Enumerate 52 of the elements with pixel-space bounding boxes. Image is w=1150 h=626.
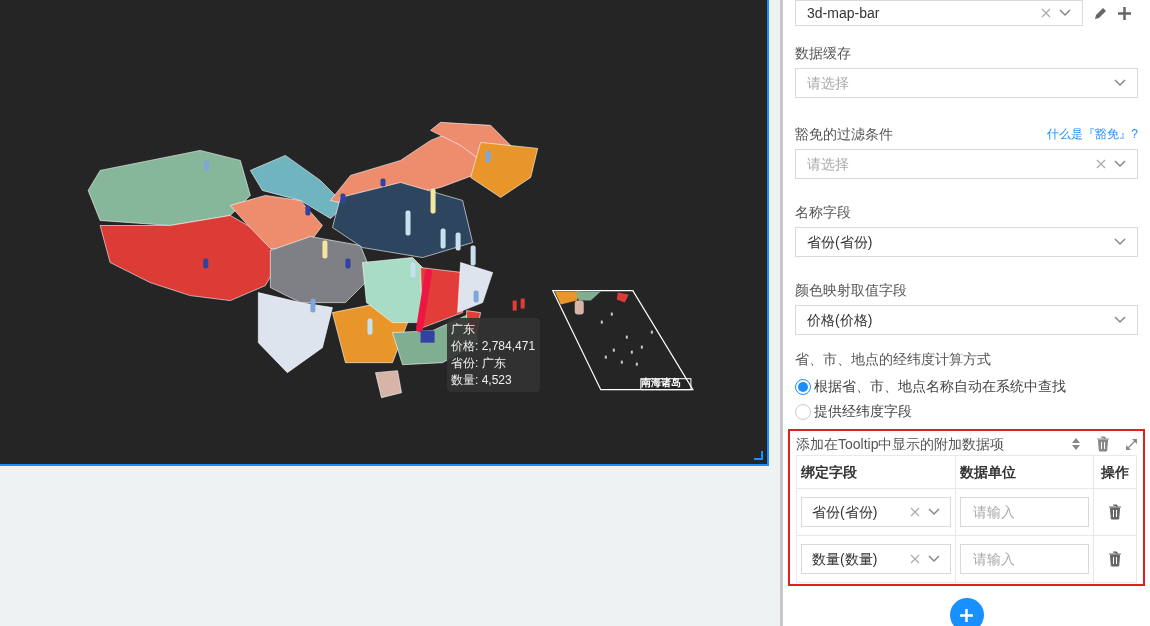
chevron-down-icon bbox=[928, 508, 940, 516]
select-value: 省份(省份) bbox=[807, 232, 874, 252]
column-header: 数据单位 bbox=[956, 456, 1094, 489]
chevron-down-icon bbox=[1059, 9, 1071, 17]
tooltip-line: 价格: 2,784,471 bbox=[451, 338, 536, 355]
expand-icon[interactable] bbox=[1126, 438, 1137, 450]
field-label: 豁免的过滤条件 bbox=[795, 125, 893, 143]
delete-icon[interactable] bbox=[1108, 504, 1122, 520]
select-value: 价格(价格) bbox=[807, 310, 874, 330]
tooltip-title: 广东 bbox=[451, 321, 476, 338]
radio-label: 根据省、市、地点名称自动在系统中查找 bbox=[814, 377, 1066, 396]
select-value: 3d-map-bar bbox=[807, 3, 881, 23]
resize-handle-icon[interactable] bbox=[754, 451, 763, 460]
panel-title: 添加在Tooltip中显示的附加数据项 bbox=[796, 434, 1006, 454]
field-label: 颜色映射取值字段 bbox=[795, 281, 907, 299]
pencil-icon[interactable] bbox=[1093, 5, 1108, 21]
unit-input[interactable]: 请输入 bbox=[960, 544, 1089, 574]
select-field[interactable]: 省份(省份) bbox=[801, 497, 951, 527]
select-field[interactable]: 价格(价格) bbox=[795, 305, 1138, 335]
delete-icon[interactable] bbox=[1096, 436, 1110, 452]
chevron-down-icon bbox=[1114, 316, 1126, 324]
select-value: 数量(数量) bbox=[812, 549, 879, 569]
select-value: 省份(省份) bbox=[812, 502, 879, 522]
column-header: 绑定字段 bbox=[797, 456, 956, 489]
select-field[interactable]: 数量(数量) bbox=[801, 544, 951, 574]
tooltip-line: 数量: 4,523 bbox=[451, 372, 513, 389]
unit-input[interactable]: 请输入 bbox=[960, 497, 1089, 527]
section-label: 省、市、地点的经纬度计算方式 bbox=[795, 350, 992, 368]
clear-icon[interactable] bbox=[910, 507, 920, 517]
field-label: 名称字段 bbox=[795, 203, 851, 221]
sort-icon[interactable] bbox=[1072, 438, 1080, 450]
clear-icon[interactable] bbox=[1041, 8, 1051, 18]
radio-label: 提供经纬度字段 bbox=[814, 402, 912, 421]
tooltip-line: 省份: 广东 bbox=[451, 355, 507, 372]
delete-icon[interactable] bbox=[1108, 551, 1122, 567]
add-button[interactable] bbox=[949, 598, 984, 626]
plus-icon bbox=[960, 608, 973, 622]
select-field[interactable]: 省份(省份) bbox=[795, 227, 1138, 257]
select-placeholder: 请选择 bbox=[807, 73, 850, 93]
chevron-down-icon bbox=[1114, 160, 1126, 168]
chart-panel[interactable]: 南海诸岛 广东 价格: 2,784,471 省份: 广东 数量: 4,523 bbox=[0, 0, 769, 466]
field-label: 数据缓存 bbox=[795, 44, 851, 62]
inset-map-label: 南海诸岛 bbox=[641, 377, 681, 389]
column-header: 操作 bbox=[1094, 456, 1137, 489]
plus-icon[interactable] bbox=[1118, 6, 1131, 20]
select-field[interactable]: 3d-map-bar bbox=[795, 0, 1083, 26]
chevron-down-icon bbox=[928, 555, 940, 563]
chevron-down-icon bbox=[1114, 79, 1126, 87]
chevron-down-icon bbox=[1114, 238, 1126, 246]
select-placeholder: 请选择 bbox=[807, 154, 850, 174]
clear-icon[interactable] bbox=[1096, 159, 1106, 169]
clear-icon[interactable] bbox=[910, 554, 920, 564]
